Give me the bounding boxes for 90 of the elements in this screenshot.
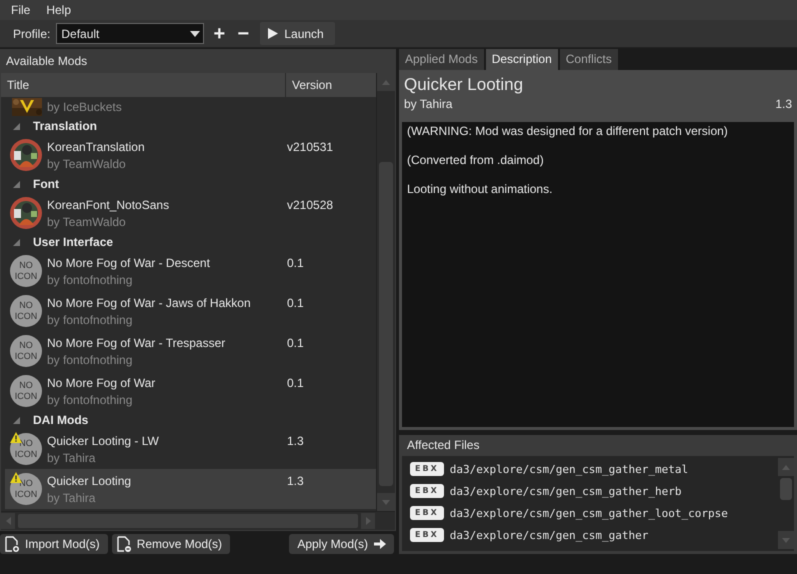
no-icon-placeholder: NO ICON <box>10 255 42 287</box>
mod-row[interactable]: NO ICON No More Fog of War - Jaws of Hakkon by fontofnothing 0.1 <box>5 291 376 331</box>
scroll-thumb[interactable] <box>780 478 792 500</box>
mod-row[interactable]: NO ICON No More Fog of War - Descent by fontofnothing 0.1 <box>5 251 376 291</box>
arrow-right-icon <box>374 538 386 549</box>
mod-row[interactable]: KoreanTranslation by TeamWaldo v210531 <box>5 135 376 175</box>
file-type-tag: EBX <box>410 484 444 498</box>
horizontal-scrollbar[interactable] <box>1 511 395 530</box>
tab[interactable]: Description <box>486 49 558 70</box>
no-icon-placeholder: NO ICON <box>10 295 42 327</box>
mod-version: 1.3 <box>287 474 304 488</box>
mod-version: 0.1 <box>287 376 304 390</box>
group-name: DAI Mods <box>33 413 88 427</box>
group-name: User Interface <box>33 235 114 249</box>
mod-row[interactable]: by IceBuckets <box>5 97 376 117</box>
mod-title: Quicker Looting <box>404 74 524 96</box>
mod-author: by Tahira <box>47 490 96 506</box>
mod-author: by Tahira <box>404 97 452 111</box>
launch-button[interactable]: Launch <box>260 22 336 45</box>
mod-author: by Tahira <box>47 450 96 466</box>
menu-item[interactable]: Help <box>38 0 80 20</box>
column-header[interactable]: Version <box>286 73 376 97</box>
scroll-down-icon[interactable] <box>382 500 390 505</box>
expander-icon[interactable] <box>13 180 20 188</box>
panel-title: Available Mods <box>1 50 395 73</box>
play-icon <box>268 28 278 39</box>
group-name: Font <box>33 177 59 191</box>
mod-version: 1.3 <box>287 434 304 448</box>
mod-version: v210531 <box>287 140 334 154</box>
mod-title: Quicker Looting - LW <box>47 432 160 450</box>
scroll-down-icon[interactable] <box>782 538 790 542</box>
group-name: Translation <box>33 119 98 133</box>
file-type-tag: EBX <box>410 506 444 520</box>
file-path: da3/explore/csm/gen_csm_gather_metal <box>450 462 688 476</box>
import-mods-button[interactable]: Import Mod(s) <box>0 534 108 554</box>
mod-title: KoreanFont_NotoSans <box>47 196 170 214</box>
mod-author: by fontofnothing <box>47 312 134 328</box>
mod-title: No More Fog of War <box>47 374 156 392</box>
mod-row[interactable]: NO ICON No More Fog of War - Trespasser by fontofnothing 0.1 <box>5 331 376 371</box>
mod-version: 1.3 <box>775 97 792 111</box>
scroll-up-icon[interactable] <box>382 80 390 84</box>
scroll-up-icon[interactable] <box>782 464 790 470</box>
mod-author: by fontofnothing <box>47 272 134 288</box>
mod-author: by TeamWaldo <box>47 156 127 172</box>
mod-author: by TeamWaldo <box>47 214 127 230</box>
remove-file-icon <box>116 536 131 552</box>
scrollbar[interactable] <box>376 73 395 512</box>
scroll-right-icon[interactable] <box>366 517 370 526</box>
description-text: Looting without animations. <box>407 182 554 197</box>
mod-title: Quicker Looting <box>47 472 132 490</box>
mod-version: 0.1 <box>287 256 304 270</box>
column-header[interactable]: Title <box>1 73 286 97</box>
no-icon-placeholder: NO ICON <box>10 335 42 367</box>
mod-title: KoreanTranslation <box>47 138 146 156</box>
mod-row[interactable]: NO ICON No More Fog of War by fontofnothing 0.1 <box>5 371 376 411</box>
mod-version: 0.1 <box>287 336 304 350</box>
mod-author: by fontofnothing <box>47 352 134 368</box>
tab[interactable]: Applied Mods <box>399 49 484 70</box>
profile-dropdown[interactable]: Default <box>56 23 204 44</box>
scroll-left-icon[interactable] <box>6 517 10 526</box>
expander-icon[interactable] <box>13 416 20 424</box>
expander-icon[interactable] <box>13 238 20 246</box>
mod-version: 0.1 <box>287 296 304 310</box>
add-profile-button[interactable]: + <box>210 24 228 44</box>
mod-row[interactable]: KoreanFont_NotoSans by TeamWaldo v210528 <box>5 193 376 233</box>
mod-title: No More Fog of War - Jaws of Hakkon <box>47 294 252 312</box>
tab[interactable]: Conflicts <box>560 49 618 70</box>
mod-author: by IceBuckets <box>47 99 123 115</box>
menu-item[interactable]: File <box>3 0 38 20</box>
profile-label: Profile: <box>13 26 50 40</box>
file-path: da3/explore/csm/gen_csm_gather_loot_corpse <box>450 506 728 520</box>
panel-title: Affected Files <box>406 437 480 454</box>
description-text: (Converted from .daimod) <box>407 153 545 168</box>
caret-icon <box>190 30 200 36</box>
remove-profile-button[interactable]: − <box>234 24 252 44</box>
apply-mods-button[interactable]: Apply Mod(s) <box>289 534 394 554</box>
file-type-tag: EBX <box>410 528 444 542</box>
expander-icon[interactable] <box>13 122 20 130</box>
mod-title: No More Fog of War - Trespasser <box>47 334 226 352</box>
add-file-icon <box>5 536 19 552</box>
file-type-tag: EBX <box>410 462 444 476</box>
file-path: da3/explore/csm/gen_csm_gather_herb <box>450 484 682 498</box>
no-icon-placeholder: NO ICON <box>10 375 42 407</box>
file-path: da3/explore/csm/gen_csm_gather <box>450 528 648 542</box>
mod-author: by fontofnothing <box>47 392 134 408</box>
remove-mods-button[interactable]: Remove Mod(s) <box>112 534 230 554</box>
mod-title: No More Fog of War - Descent <box>47 254 211 272</box>
mod-version: v210528 <box>287 198 334 212</box>
description-text: (WARNING: Mod was designed for a different patch version) <box>407 124 729 139</box>
scrollbar[interactable] <box>778 456 794 551</box>
